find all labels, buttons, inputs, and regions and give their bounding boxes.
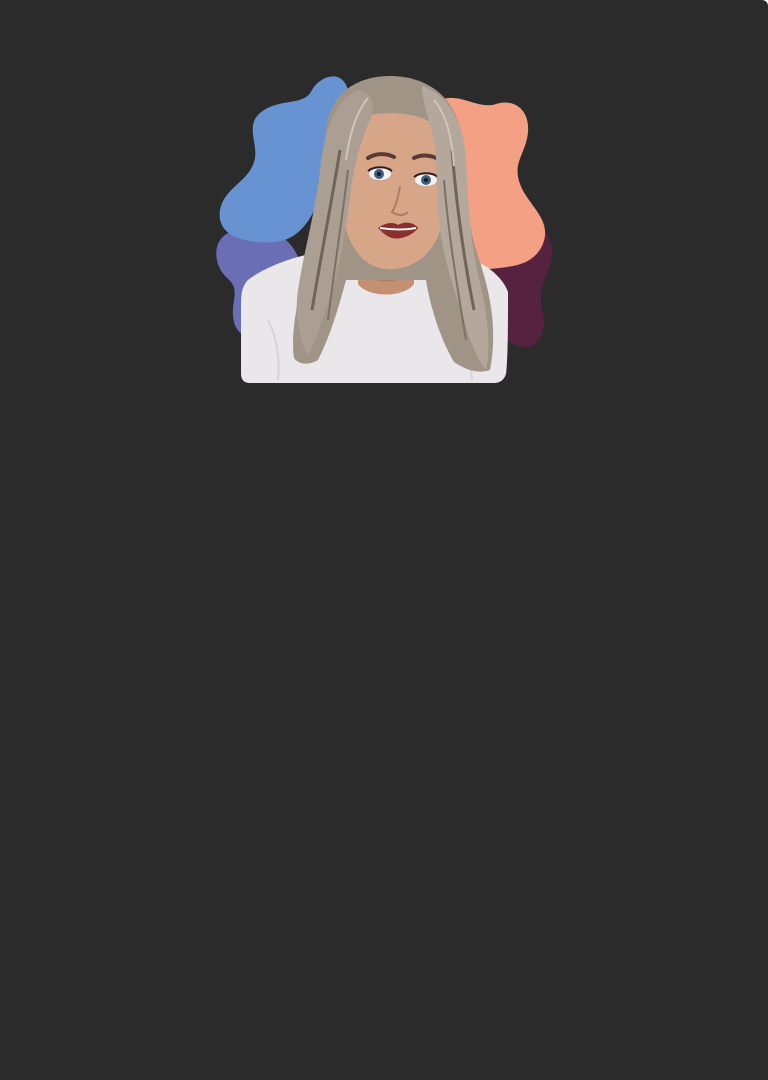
avatar-illustration-icon xyxy=(216,76,553,383)
app-canvas xyxy=(0,0,768,1080)
avatar xyxy=(208,70,560,390)
